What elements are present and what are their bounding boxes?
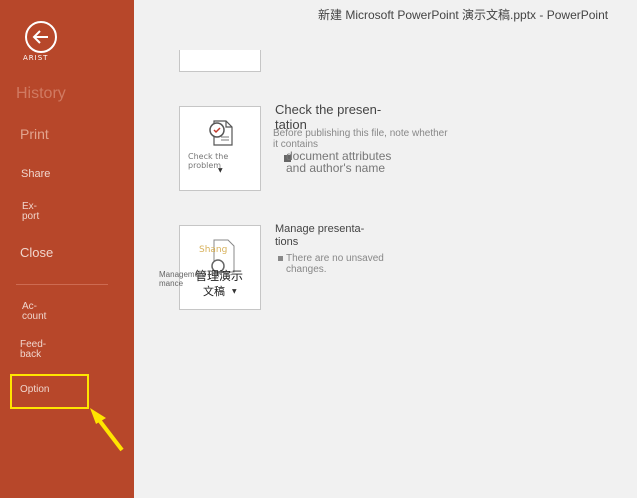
window-title: 新建 Microsoft PowerPoint 演示文稿.pptx - Powe… — [318, 8, 609, 22]
nav-share[interactable]: Share — [21, 168, 50, 180]
check-problem-button[interactable]: Check the problem ▼ — [179, 106, 261, 191]
option-highlight-box — [10, 374, 89, 409]
nav-history[interactable]: History — [16, 85, 66, 103]
nav-export[interactable]: Ex- port — [22, 202, 52, 222]
management-performance-label: Management Perfor- mance — [159, 270, 233, 288]
shang-label: Shang — [199, 245, 228, 255]
check-bullet-text: document attributes and author's name — [286, 149, 392, 175]
nav-close[interactable]: Close — [20, 245, 53, 260]
manage-bullet-text: There are no unsaved changes. — [286, 253, 384, 275]
back-label: ARIST — [23, 55, 49, 61]
nav-account[interactable]: Ac- count — [22, 302, 52, 322]
highlight-arrow-icon — [90, 408, 124, 452]
inspect-document-icon — [209, 120, 233, 146]
chevron-down-icon: ▼ — [218, 167, 223, 174]
nav-print[interactable]: Print — [20, 126, 49, 142]
nav-feedback[interactable]: Feed- back — [20, 340, 55, 360]
info-button-top[interactable] — [179, 50, 261, 72]
manage-heading: Manage presenta- tions — [275, 223, 365, 248]
bullet-icon — [278, 256, 283, 261]
check-problem-label: Check the problem — [188, 152, 229, 170]
check-description: Before publishing this file, note whethe… — [273, 128, 448, 150]
chevron-down-icon: ▼ — [232, 288, 237, 295]
sidebar-divider — [16, 284, 108, 285]
back-button[interactable] — [25, 21, 57, 53]
back-arrow-icon — [32, 30, 48, 44]
